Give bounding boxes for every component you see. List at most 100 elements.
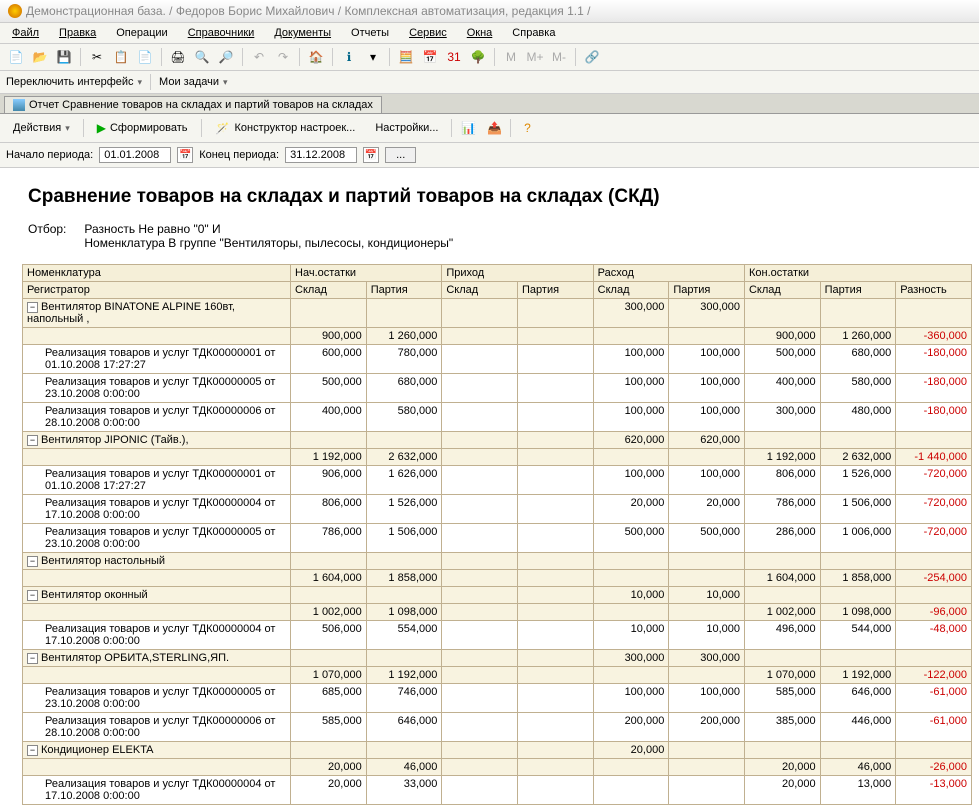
wand-icon: 🪄 <box>215 120 231 136</box>
table-row[interactable]: Реализация товаров и услуг ТДК00000005 о… <box>23 524 972 553</box>
table-row[interactable]: Реализация товаров и услуг ТДК00000006 о… <box>23 713 972 742</box>
table-row[interactable]: 1 604,0001 858,0001 604,0001 858,000-254… <box>23 570 972 587</box>
tree-toggle-icon[interactable]: − <box>27 302 38 313</box>
link-icon[interactable]: 🔗 <box>582 47 602 67</box>
menu-service[interactable]: Сервис <box>405 25 451 41</box>
tree-toggle-icon[interactable]: − <box>27 745 38 756</box>
settings-button[interactable]: Настройки... <box>368 119 445 137</box>
report-tab[interactable]: Отчет Сравнение товаров на складах и пар… <box>4 96 382 113</box>
table-row[interactable]: 20,00046,00020,00046,000-26,000 <box>23 759 972 776</box>
m-minus-icon[interactable]: M- <box>549 47 569 67</box>
calendar-end-icon[interactable]: 📅 <box>363 147 379 163</box>
save-icon[interactable]: 💾 <box>54 47 74 67</box>
tree-icon[interactable]: 🌳 <box>468 47 488 67</box>
menu-windows[interactable]: Окна <box>463 25 497 41</box>
filter-line-2: Номенклатура В группе "Вентиляторы, пыле… <box>84 236 453 250</box>
structure-icon[interactable]: 📊 <box>458 118 478 138</box>
report-tab-icon <box>13 99 25 111</box>
report-area[interactable]: Сравнение товаров на складах и партий то… <box>0 168 979 811</box>
help2-icon[interactable]: ? <box>517 118 537 138</box>
preview-icon[interactable]: 🔍 <box>192 47 212 67</box>
menu-edit[interactable]: Правка <box>55 25 100 41</box>
open-icon[interactable]: 📂 <box>30 47 50 67</box>
menu-operations[interactable]: Операции <box>112 25 171 41</box>
table-row[interactable]: Реализация товаров и услуг ТДК00000005 о… <box>23 374 972 403</box>
copy-icon[interactable]: 📋 <box>111 47 131 67</box>
report-title: Сравнение товаров на складах и партий то… <box>22 168 979 222</box>
table-row[interactable]: 1 002,0001 098,0001 002,0001 098,000-96,… <box>23 604 972 621</box>
actions-menu[interactable]: Действия <box>6 119 77 137</box>
help-dd-icon[interactable]: ▾ <box>363 47 383 67</box>
tree-toggle-icon[interactable]: − <box>27 435 38 446</box>
tree-toggle-icon[interactable]: − <box>27 556 38 567</box>
period-end-input[interactable] <box>285 147 357 163</box>
window-title: Демонстрационная база. / Федоров Борис М… <box>26 4 590 18</box>
menu-reports[interactable]: Отчеты <box>347 25 393 41</box>
secondary-toolbar: Переключить интерфейс Мои задачи <box>0 71 979 94</box>
tree-toggle-icon[interactable]: − <box>27 653 38 664</box>
app-icon <box>8 4 22 18</box>
filter-label: Отбор: <box>28 222 66 250</box>
period-start-label: Начало периода: <box>6 149 93 161</box>
table-row[interactable]: −Вентилятор ОРБИТА,STERLING,ЯП.300,00030… <box>23 650 972 667</box>
tab-strip: Отчет Сравнение товаров на складах и пар… <box>0 94 979 114</box>
table-row[interactable]: −Вентилятор оконный10,00010,000 <box>23 587 972 604</box>
table-row[interactable]: −Вентилятор JIPONIC (Тайв.),620,000620,0… <box>23 432 972 449</box>
report-table: Номенклатура Нач.остатки Приход Расход К… <box>22 264 972 805</box>
help-icon[interactable]: ℹ <box>339 47 359 67</box>
m-plus-icon[interactable]: M+ <box>525 47 545 67</box>
table-row[interactable]: 1 192,0002 632,0001 192,0002 632,000-1 4… <box>23 449 972 466</box>
table-row[interactable]: 900,0001 260,000900,0001 260,000-360,000 <box>23 328 972 345</box>
play-icon: ▶ <box>97 121 106 135</box>
undo-icon[interactable]: ↶ <box>249 47 269 67</box>
tree-toggle-icon[interactable]: − <box>27 590 38 601</box>
action-bar: Действия ▶Сформировать 🪄Конструктор наст… <box>0 114 979 143</box>
col-income: Приход <box>442 265 593 282</box>
period-start-input[interactable] <box>99 147 171 163</box>
col-final: Кон.остатки <box>744 265 971 282</box>
menu-documents[interactable]: Документы <box>270 25 335 41</box>
search-icon[interactable]: 🔎 <box>216 47 236 67</box>
calendar-start-icon[interactable]: 📅 <box>177 147 193 163</box>
table-row[interactable]: Реализация товаров и услуг ТДК00000005 о… <box>23 684 972 713</box>
cut-icon[interactable]: ✂ <box>87 47 107 67</box>
main-menu: Файл Правка Операции Справочники Докумен… <box>0 23 979 44</box>
col-expense: Расход <box>593 265 744 282</box>
table-row[interactable]: −Вентилятор BINATONE ALPINE 160вт, напол… <box>23 299 972 328</box>
redo-icon[interactable]: ↷ <box>273 47 293 67</box>
table-row[interactable]: Реализация товаров и услуг ТДК00000004 о… <box>23 495 972 524</box>
period-end-label: Конец периода: <box>199 149 279 161</box>
col-registrar: Регистратор <box>23 282 291 299</box>
main-toolbar: 📄 📂 💾 ✂ 📋 📄 🖨 🔍 🔎 ↶ ↷ 🏠 ℹ ▾ 🧮 📅 31 🌳 M M… <box>0 44 979 71</box>
export-icon[interactable]: 📤 <box>484 118 504 138</box>
col-initial: Нач.остатки <box>291 265 442 282</box>
table-row[interactable]: Реализация товаров и услуг ТДК00000001 о… <box>23 466 972 495</box>
generate-button[interactable]: ▶Сформировать <box>90 118 195 138</box>
table-row[interactable]: Реализация товаров и услуг ТДК00000004 о… <box>23 776 972 805</box>
settings-constructor-button[interactable]: 🪄Конструктор настроек... <box>208 117 363 139</box>
paste-icon[interactable]: 📄 <box>135 47 155 67</box>
menu-file[interactable]: Файл <box>8 25 43 41</box>
report-tab-label: Отчет Сравнение товаров на складах и пар… <box>29 99 373 111</box>
my-tasks-button[interactable]: Мои задачи <box>159 76 227 88</box>
table-row[interactable]: 1 070,0001 192,0001 070,0001 192,000-122… <box>23 667 972 684</box>
print-icon[interactable]: 🖨 <box>168 47 188 67</box>
filter-block: Отбор: Разность Не равно "0" И Номенклат… <box>22 222 979 264</box>
switch-interface-button[interactable]: Переключить интерфейс <box>6 76 142 88</box>
table-row[interactable]: −Вентилятор настольный <box>23 553 972 570</box>
date-icon[interactable]: 31 <box>444 47 464 67</box>
menu-help[interactable]: Справка <box>508 25 559 41</box>
new-icon[interactable]: 📄 <box>6 47 26 67</box>
table-row[interactable]: Реализация товаров и услуг ТДК00000001 о… <box>23 345 972 374</box>
period-bar: Начало периода: 📅 Конец периода: 📅 ... <box>0 143 979 168</box>
home-icon[interactable]: 🏠 <box>306 47 326 67</box>
table-row[interactable]: −Кондиционер ELEKTA20,000 <box>23 742 972 759</box>
period-select-button[interactable]: ... <box>385 147 416 163</box>
calc-icon[interactable]: 🧮 <box>396 47 416 67</box>
menu-catalogs[interactable]: Справочники <box>184 25 259 41</box>
window-titlebar: Демонстрационная база. / Федоров Борис М… <box>0 0 979 23</box>
calendar-icon[interactable]: 📅 <box>420 47 440 67</box>
table-row[interactable]: Реализация товаров и услуг ТДК00000006 о… <box>23 403 972 432</box>
m-icon[interactable]: M <box>501 47 521 67</box>
table-row[interactable]: Реализация товаров и услуг ТДК00000004 о… <box>23 621 972 650</box>
